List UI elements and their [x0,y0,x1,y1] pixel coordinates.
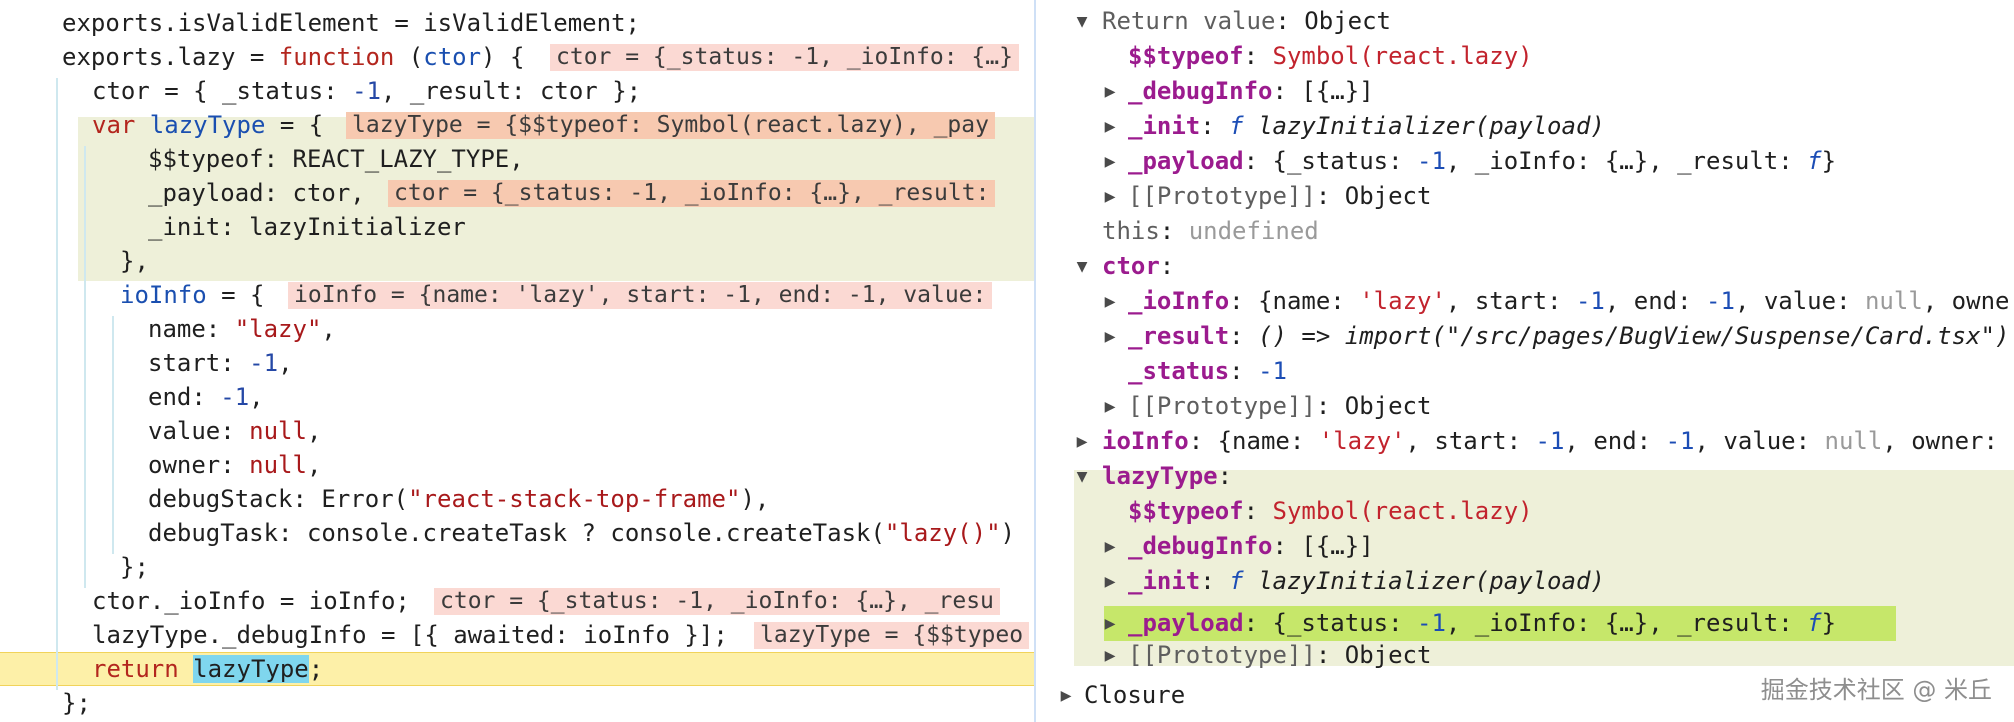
scope-row[interactable]: ▶ _init: f lazyInitializer(payload) [1036,564,2014,599]
code-text: end: -1, [148,383,264,411]
scope-row[interactable]: _status: -1 [1036,354,2014,389]
code-text: _payload: ctor, [148,179,365,207]
code-line[interactable]: ctor._ioInfo = ioInfo; ctor = {_status: … [0,584,1034,618]
code-line[interactable]: debugStack: Error("react-stack-top-frame… [0,482,1034,516]
code-text: owner: null, [148,451,322,479]
collapsed-triangle-icon[interactable]: ▶ [1100,284,1120,319]
collapsed-triangle-icon[interactable]: ▶ [1100,564,1120,599]
scope-row-ctor[interactable]: ▼ ctor: [1036,249,2014,284]
scope-panel[interactable]: ▼ Return value: Object $$typeof: Symbol(… [1036,0,2014,722]
code-text: lazyType._debugInfo = [{ awaited: ioInfo… [92,621,728,649]
scope-row-lazytype[interactable]: ▼ lazyType: [1036,459,2014,494]
code-text: debugTask: console.createTask ? console.… [148,519,1015,547]
collapsed-triangle-icon[interactable]: ▶ [1100,74,1120,109]
code-text: }; [120,553,149,581]
code-text: return lazyType; [92,655,324,683]
selected-word: lazyType [193,655,309,683]
code-line[interactable]: exports.lazy = function (ctor) { ctor = … [0,40,1034,74]
scope-row[interactable]: ▶ _result: () => import("/src/pages/BugV… [1036,319,2014,354]
code-line[interactable]: ioInfo = { ioInfo = {name: 'lazy', start… [0,278,1034,312]
code-line[interactable]: value: null, [0,414,1034,448]
collapsed-triangle-icon[interactable]: ▶ [1100,179,1120,214]
code-line[interactable]: end: -1, [0,380,1034,414]
scope-row[interactable]: ▶ [[Prototype]]: Object [1036,179,2014,214]
scope-row-return-value[interactable]: ▼ Return value: Object [1036,4,2014,39]
code-line[interactable]: _init: lazyInitializer [0,210,1034,244]
code-line[interactable]: }; [0,550,1034,584]
code-text: exports.lazy = function (ctor) { [62,43,525,71]
expanded-triangle-icon[interactable]: ▼ [1072,4,1092,39]
code-text: value: null, [148,417,322,445]
code-text: }, [120,247,149,275]
collapsed-triangle-icon[interactable]: ▶ [1100,606,1120,641]
code-text: name: "lazy", [148,315,336,343]
inline-value-lazytype-debuginfo: lazyType = {$$typeo [754,622,1030,649]
scope-row-payload-selected[interactable]: ▶ _payload: {_status: -1, _ioInfo: {…}, … [1036,606,2014,641]
scope-row[interactable]: ▶ _debugInfo: [{…}] [1036,74,2014,109]
code-text: ioInfo = { [120,281,265,309]
code-line[interactable]: debugTask: console.createTask ? console.… [0,516,1034,550]
scope-row[interactable]: ▶ _debugInfo: [{…}] [1036,529,2014,564]
collapsed-triangle-icon[interactable]: ▶ [1100,319,1120,354]
collapsed-triangle-icon[interactable]: ▶ [1056,678,1076,713]
expanded-triangle-icon[interactable]: ▼ [1072,249,1092,284]
scope-row[interactable]: ▶ _payload: {_status: -1, _ioInfo: {…}, … [1036,144,2014,179]
inline-value-ctor-ioinfo: ctor = {_status: -1, _ioInfo: {…}, _resu [434,588,1000,615]
code-line[interactable]: _payload: ctor, ctor = {_status: -1, _io… [0,176,1034,210]
collapsed-triangle-icon[interactable]: ▶ [1072,424,1092,459]
code-text: debugStack: Error("react-stack-top-frame… [148,485,770,513]
inline-value-lazytype: lazyType = {$$typeof: Symbol(react.lazy)… [346,112,995,139]
collapsed-triangle-icon[interactable]: ▶ [1100,638,1120,673]
collapsed-triangle-icon[interactable]: ▶ [1100,389,1120,424]
expanded-triangle-icon[interactable]: ▼ [1072,459,1092,494]
scope-row[interactable]: ▶ _ioInfo: {name: 'lazy', start: -1, end… [1036,284,2014,319]
scope-row[interactable]: $$typeof: Symbol(react.lazy) [1036,39,2014,74]
scope-row-ioinfo[interactable]: ▶ ioInfo: {name: 'lazy', start: -1, end:… [1036,424,2014,459]
inline-value-ioinfo: ioInfo = {name: 'lazy', start: -1, end: … [288,282,993,309]
scope-row[interactable]: ▶ _init: f lazyInitializer(payload) [1036,109,2014,144]
collapsed-triangle-icon[interactable]: ▶ [1100,109,1120,144]
collapsed-triangle-icon[interactable]: ▶ [1100,529,1120,564]
watermark: 掘金技术社区 @ 米丘 [1760,676,1992,704]
code-text: ctor._ioInfo = ioInfo; [92,587,410,615]
code-text: var lazyType = { [92,111,324,139]
code-line[interactable]: }, [0,244,1034,278]
code-text: start: -1, [148,349,293,377]
code-line[interactable]: $$typeof: REACT_LAZY_TYPE, [0,142,1034,176]
code-line[interactable]: var lazyType = { lazyType = {$$typeof: S… [0,108,1034,142]
code-line[interactable]: name: "lazy", [0,312,1034,346]
code-text: }; [62,689,91,717]
code-line[interactable]: exports.isValidElement = isValidElement; [0,6,1034,40]
collapsed-triangle-icon[interactable]: ▶ [1100,144,1120,179]
code-text: $$typeof: REACT_LAZY_TYPE, [148,145,524,173]
code-line[interactable]: owner: null, [0,448,1034,482]
code-line[interactable]: }; [0,686,1034,720]
code-editor[interactable]: exports.isValidElement = isValidElement;… [0,0,1034,722]
scope-row-this[interactable]: this: undefined [1036,214,2014,249]
code-text: _init: lazyInitializer [148,213,466,241]
scope-row[interactable]: $$typeof: Symbol(react.lazy) [1036,494,2014,529]
code-line[interactable]: lazyType._debugInfo = [{ awaited: ioInfo… [0,618,1034,652]
scope-row[interactable]: ▶ [[Prototype]]: Object [1036,638,2014,673]
code-line-return[interactable]: return lazyType; [0,652,1034,686]
code-text: ctor = { _status: -1, _result: ctor }; [92,77,642,105]
inline-value-ctor: ctor = {_status: -1, _ioInfo: {…} [550,44,1019,71]
code-line[interactable]: start: -1, [0,346,1034,380]
code-line[interactable]: ctor = { _status: -1, _result: ctor }; [0,74,1034,108]
inline-value-payload: ctor = {_status: -1, _ioInfo: {…}, _resu… [388,180,996,207]
scope-row[interactable]: ▶ [[Prototype]]: Object [1036,389,2014,424]
code-text: exports.isValidElement = isValidElement; [62,9,640,37]
